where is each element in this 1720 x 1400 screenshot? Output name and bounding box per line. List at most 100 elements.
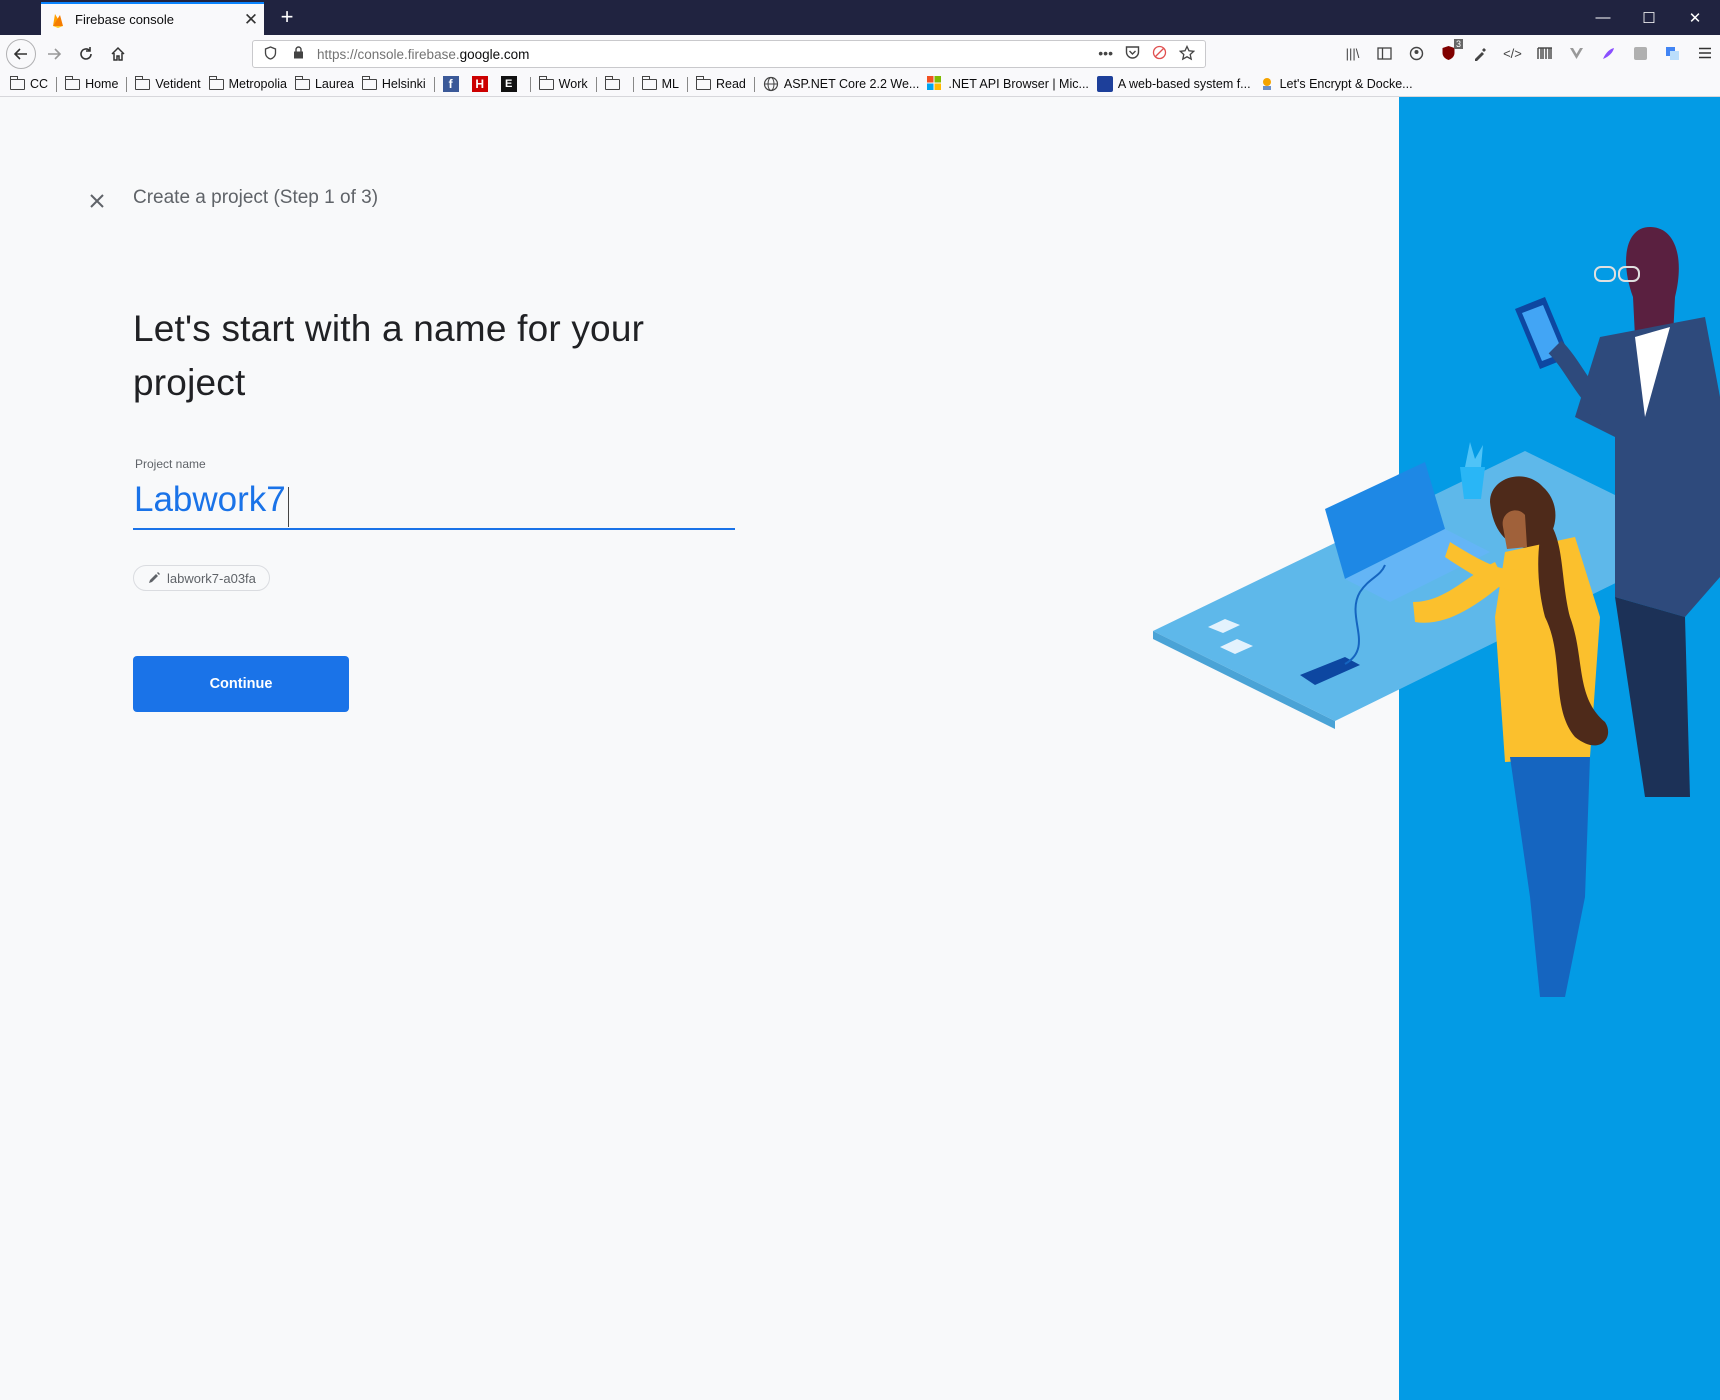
bookmark-label: Metropolia <box>228 77 287 91</box>
bookmark-facebook[interactable]: f <box>442 76 464 92</box>
bookmark-folder-ml[interactable]: ML <box>641 75 679 91</box>
reload-icon <box>80 47 92 60</box>
menu-icon[interactable] <box>1695 43 1714 63</box>
close-window-button[interactable]: ✕ <box>1672 0 1718 35</box>
tab-title: Firebase console <box>75 12 174 27</box>
folder-icon <box>361 75 377 90</box>
bookmark-folder-read[interactable]: Read <box>695 75 746 91</box>
bookmark-label: A web-based system f... <box>1117 77 1251 91</box>
project-id-chip[interactable]: labwork7-a03fa <box>133 565 270 591</box>
project-name-input[interactable]: Labwork7 <box>133 475 735 530</box>
text-caret <box>287 486 289 527</box>
bookmark-label: Home <box>85 77 119 91</box>
shield-icon[interactable] <box>259 45 281 63</box>
feather-icon[interactable] <box>1599 43 1618 63</box>
navigation-toolbar: https://console.firebase.google.com ••• … <box>0 35 1720 72</box>
bookmark-folder-metropolia[interactable]: Metropolia <box>208 75 287 91</box>
bookmark-h[interactable]: H <box>471 76 493 92</box>
pencil-icon <box>149 572 160 583</box>
bookmark-label: ML <box>661 77 679 91</box>
folder-icon <box>208 75 224 90</box>
hero-illustration <box>1153 227 1720 997</box>
step-title: Create a project (Step 1 of 3) <box>133 187 379 208</box>
library-icon[interactable]: |||\ <box>1343 43 1362 63</box>
microsoft-icon <box>927 76 943 92</box>
bookmark-label: Work <box>558 77 588 91</box>
new-tab-button[interactable]: + <box>272 4 302 32</box>
project-id-text: labwork7-a03fa <box>167 570 256 586</box>
page-heading: Let's start with a name for your project <box>133 308 645 403</box>
bookmark-label: CC <box>30 77 49 91</box>
bookmark-folder-cc[interactable]: CC <box>10 75 49 91</box>
back-arrow-icon <box>13 48 27 60</box>
bookmark-folder-laurea[interactable]: Laurea <box>294 75 354 91</box>
folder-icon <box>695 75 711 90</box>
bookmarks-toolbar: CC Home Vetident Metropolia Laurea Helsi… <box>0 72 1720 97</box>
folder-icon <box>65 75 81 90</box>
folder-icon <box>538 75 554 90</box>
eyedropper-icon[interactable] <box>1471 43 1490 63</box>
project-name-value: Labwork7 <box>134 480 286 519</box>
bookmark-aspnet[interactable]: ASP.NET Core 2.2 We... <box>763 76 919 92</box>
ublock-badge: 3 <box>1453 39 1463 49</box>
ublock-icon[interactable]: 3 <box>1439 39 1463 63</box>
extension-grey-icon[interactable] <box>1631 43 1650 63</box>
lock-icon[interactable] <box>287 46 309 62</box>
url-domain: google.com <box>459 46 530 62</box>
globe-icon <box>763 76 779 92</box>
bookmark-folder-home[interactable]: Home <box>65 75 119 91</box>
close-icon[interactable] <box>85 189 109 213</box>
translate-icon[interactable] <box>1663 43 1682 63</box>
pocket-icon[interactable] <box>1125 45 1140 64</box>
project-name-label: Project name <box>135 457 206 471</box>
bookmark-label: Read <box>715 77 746 91</box>
forward-arrow-icon <box>48 48 62 60</box>
bookmark-label: Helsinki <box>381 77 426 91</box>
barcode-icon[interactable] <box>1535 43 1554 63</box>
sidebar-icon[interactable] <box>1375 43 1394 63</box>
facebook-icon: f <box>442 76 459 92</box>
back-button[interactable] <box>6 39 36 69</box>
home-button[interactable] <box>103 39 133 69</box>
browser-window: Firebase console ✕ + — ☐ ✕ https://conso… <box>0 0 1720 1400</box>
tab-firebase-console[interactable]: Firebase console ✕ <box>41 2 264 35</box>
bookmark-e[interactable]: E <box>500 76 522 92</box>
folder-icon <box>10 75 25 90</box>
bookmark-lets-encrypt[interactable]: Let's Encrypt & Docke... <box>1259 76 1413 92</box>
reload-button[interactable] <box>71 39 101 69</box>
home-icon <box>111 46 125 61</box>
url-text[interactable]: https://console.firebase.google.com <box>317 47 1098 62</box>
bookmark-label: Vetident <box>155 77 201 91</box>
firebase-icon <box>53 13 63 28</box>
bookmark-label: Laurea <box>314 77 354 91</box>
devtools-icon[interactable]: </> <box>1503 43 1522 63</box>
folder-icon <box>135 75 151 90</box>
bookmark-label: ASP.NET Core 2.2 We... <box>783 77 920 91</box>
bookmark-folder-vetident[interactable]: Vetident <box>135 75 201 91</box>
close-tab-icon[interactable]: ✕ <box>238 10 264 30</box>
bookmark-folder-unnamed[interactable] <box>604 75 625 90</box>
folder-icon <box>641 75 657 90</box>
continue-button[interactable]: Continue <box>133 656 349 712</box>
bookmark-web-based[interactable]: A web-based system f... <box>1096 76 1251 92</box>
forward-button[interactable] <box>39 39 69 69</box>
folder-icon <box>604 75 620 90</box>
title-bar: Firebase console ✕ + — ☐ ✕ <box>0 0 1720 35</box>
bookmark-star-icon[interactable] <box>1178 44 1196 64</box>
bookmark-dotnet-api[interactable]: .NET API Browser | Mic... <box>927 76 1089 92</box>
page-actions-icon[interactable]: ••• <box>1098 45 1113 64</box>
minimize-button[interactable]: — <box>1580 0 1626 35</box>
account-icon[interactable] <box>1407 43 1426 63</box>
site-logo-icon <box>1096 76 1113 92</box>
block-icon[interactable] <box>1152 45 1167 64</box>
url-prefix: https://console.firebase. <box>317 46 460 62</box>
folder-icon <box>294 75 310 90</box>
docker-icon <box>1259 76 1275 92</box>
maximize-button[interactable]: ☐ <box>1626 0 1672 35</box>
vue-devtools-icon[interactable] <box>1567 43 1586 63</box>
url-bar[interactable]: https://console.firebase.google.com ••• <box>252 40 1206 68</box>
bookmark-folder-work[interactable]: Work <box>538 75 588 91</box>
h-logo-icon: H <box>471 76 488 92</box>
bookmark-label: .NET API Browser | Mic... <box>948 77 1089 91</box>
bookmark-folder-helsinki[interactable]: Helsinki <box>361 75 426 91</box>
